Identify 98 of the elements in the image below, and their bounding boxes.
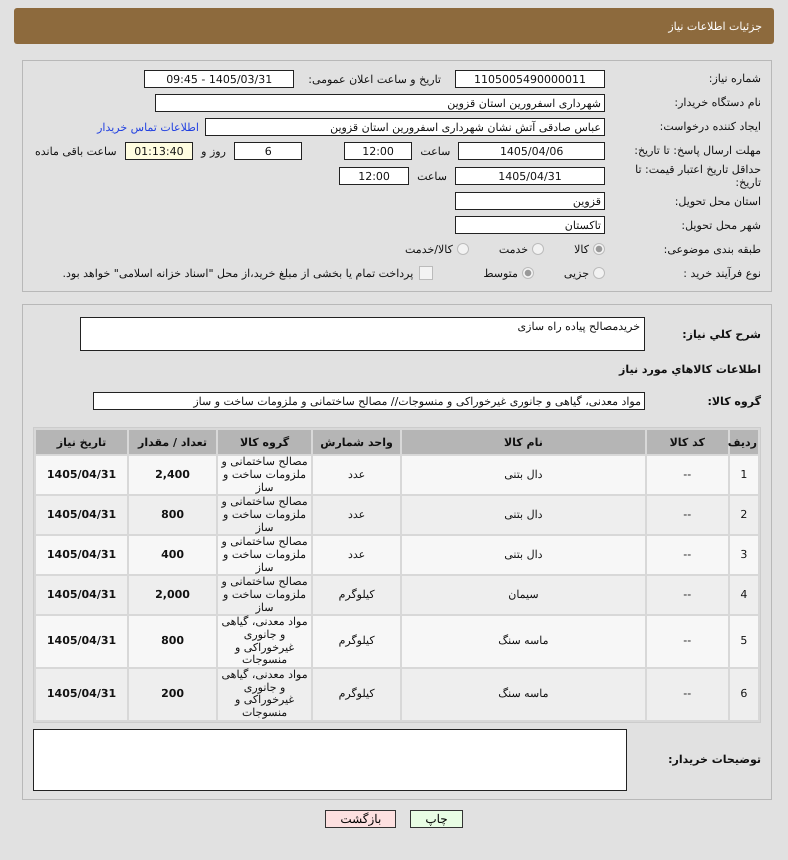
radio-label: جزیی [564, 266, 589, 280]
table-cell: مواد معدنی، گیاهی و جانوری غیرخوراکی و منسوجات [221, 615, 308, 666]
column-header: تعداد / مقدار [129, 430, 216, 454]
table-cell: 400 [161, 548, 184, 562]
table-cell: کیلوگرم [338, 588, 375, 602]
column-header: ردیف [730, 430, 758, 454]
buyer-org-field: شهرداری اسفرورین استان قزوین [155, 94, 605, 112]
field-label: استان محل تحویل: [674, 194, 761, 208]
table-cell: مصالح ساختمانی و ملزومات ساخت و ساز [221, 495, 308, 534]
column-header: گروه کالا [218, 430, 312, 454]
field-label: گروه کالا: [706, 394, 761, 408]
table-cell: 4 [740, 588, 748, 602]
table-cell: 200 [161, 686, 184, 700]
date-field: 1405/04/06 [458, 142, 605, 160]
table-cell: 800 [161, 508, 184, 522]
field-label: تاریخ و ساعت اعلان عمومی: [308, 72, 441, 86]
time-label: ساعت [417, 170, 447, 183]
table-cell: 2,000 [155, 588, 190, 602]
remaining-time-field: 01:13:40 [124, 142, 194, 160]
table-cell: سیمان [508, 588, 539, 602]
table-cell: -- [683, 686, 692, 700]
column-header: کد کالا [646, 430, 728, 454]
table-cell: مواد معدنی، گیاهی و جانوری غیرخوراکی و منسوجات [221, 668, 308, 719]
announce-date-field: 1405/03/31 - 09:45 [144, 70, 294, 88]
table-cell: عدد [348, 508, 366, 522]
table-cell: 1405/04/31 [46, 686, 116, 700]
table-cell: 1405/04/31 [46, 508, 116, 522]
days-field: 6 [234, 142, 302, 160]
field-label: نام دستگاه خریدار: [673, 96, 761, 110]
checkbox-label: پرداخت تمام یا بخشی از مبلغ خرید،از محل "اسناد خزانه اسلامی" خواهد بود. [62, 266, 414, 280]
radio-button[interactable] [593, 267, 605, 280]
radio-label: کالا [574, 242, 589, 256]
column-header: واحد شمارش [313, 430, 400, 454]
table-cell: 1405/04/31 [46, 548, 116, 562]
table-cell: 3 [740, 548, 748, 562]
date-field: 1405/04/31 [455, 167, 605, 186]
table-cell: -- [683, 508, 692, 522]
table-cell: عدد [348, 468, 366, 482]
table-cell: مصالح ساختمانی و ملزومات ساخت و ساز [221, 575, 308, 614]
radio-button[interactable] [456, 243, 469, 256]
remaining-label: ساعت باقی مانده [35, 144, 117, 158]
radio-button[interactable] [532, 243, 544, 256]
table-cell: مصالح ساختمانی و ملزومات ساخت و ساز [221, 535, 308, 574]
table-cell: 1405/04/31 [46, 468, 116, 482]
table-cell: مصالح ساختمانی و ملزومات ساخت و ساز [221, 455, 308, 494]
need-number-field: 1105005490000011 [455, 70, 605, 88]
section-title: اطلاعات كالاهاي مورد نياز [619, 362, 761, 376]
field-label: شماره نیاز: [708, 72, 761, 86]
province-field: قزوین [455, 192, 605, 210]
table-cell: 1405/04/31 [46, 634, 116, 648]
column-header: تاریخ نیاز [36, 430, 128, 454]
table-cell: 2 [740, 508, 748, 522]
table-cell: 6 [740, 686, 748, 700]
table-cell: دال بتنی [504, 548, 543, 562]
table-cell: -- [683, 634, 692, 648]
table-cell: 1 [740, 468, 748, 482]
table-cell: 5 [740, 634, 748, 648]
table-cell: ماسه سنگ [498, 634, 549, 648]
table-cell: 2,400 [155, 468, 190, 482]
days-label: روز و [201, 144, 226, 158]
field-label: مهلت ارسال پاسخ: تا تاریخ: [633, 144, 761, 158]
table-cell: ماسه سنگ [498, 686, 549, 700]
table-cell: -- [683, 548, 692, 562]
checkbox[interactable] [419, 266, 434, 280]
table-cell: -- [683, 588, 692, 602]
description-field: خریدمصالح پیاده راه سازی [80, 317, 645, 352]
radio-label: متوسط [483, 266, 518, 280]
buyer-contact-link[interactable]: اطلاعات تماس خریدار [97, 120, 199, 134]
table-cell: 800 [161, 634, 184, 648]
goods-group-field: مواد معدنی، گیاهی و جانوری غیرخوراکی و منسوجات// مصالح ساختمانی و ملزومات ساخت و ساز [93, 392, 645, 410]
table-cell: 1405/04/31 [46, 588, 116, 602]
table-cell: -- [683, 468, 692, 482]
field-label: حداقل تاریخ اعتبار قیمت: تا تاریخ: [634, 163, 761, 190]
city-field: تاکستان [455, 216, 605, 234]
buyer-notes-field[interactable] [33, 728, 627, 790]
field-label: شهر محل تحویل: [680, 218, 761, 232]
column-header: نام کالا [402, 430, 645, 454]
field-label: نوع فرآیند خرید : [682, 266, 761, 280]
time-field: 12:00 [339, 167, 410, 186]
radio-button[interactable] [593, 243, 605, 256]
page-title: جزئیات اطلاعات نیاز [668, 20, 762, 32]
print-button[interactable]: چاپ [410, 810, 463, 828]
requester-field: عباس صادقی آتش نشان شهرداری اسفرورین استان قزوین [205, 118, 605, 136]
radio-button[interactable] [522, 267, 534, 280]
field-label: توضیحات خریدار: [667, 753, 761, 766]
field-label: ایجاد کننده درخواست: [658, 120, 761, 134]
table-cell: کیلوگرم [338, 634, 375, 648]
time-label: ساعت [420, 144, 450, 158]
field-label: شرح كلي نياز: [681, 328, 761, 341]
table-cell: عدد [348, 548, 366, 562]
time-field: 12:00 [344, 142, 412, 160]
field-label: طبقه بندی موضوعی: [662, 242, 761, 256]
back-button[interactable]: بازگشت [325, 810, 396, 828]
radio-label: خدمت [498, 242, 528, 256]
table-cell: دال بتنی [504, 468, 543, 482]
table-cell: دال بتنی [504, 508, 543, 522]
table-cell: کیلوگرم [338, 686, 375, 700]
radio-label: کالا/خدمت [405, 242, 453, 256]
